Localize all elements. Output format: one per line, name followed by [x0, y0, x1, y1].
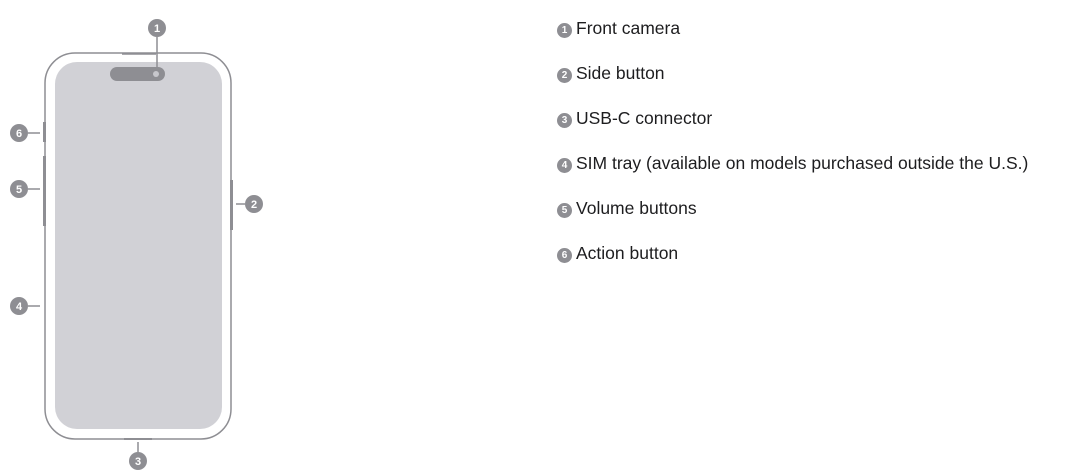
- legend-badge: 6: [557, 248, 572, 263]
- phone-diagram: 1 2 3 4 5 6: [10, 19, 263, 470]
- legend-label: Front camera: [576, 18, 681, 38]
- callout-number-4: 4: [16, 301, 23, 313]
- callout-number-3: 3: [135, 456, 141, 468]
- callout-legend: 1 Front camera 2 Side button 3 USB-C connec…: [557, 16, 1077, 286]
- legend-badge: 3: [557, 113, 572, 128]
- front-camera-lens: [153, 71, 159, 77]
- legend-item-volume-buttons: 5 Volume buttons: [557, 196, 1077, 221]
- legend-label: Action button: [576, 243, 679, 263]
- legend-label: Side button: [576, 63, 665, 83]
- callout-number-6: 6: [16, 128, 22, 140]
- legend-item-usb-c-connector: 3 USB-C connector: [557, 106, 1077, 131]
- legend-badge: 1: [557, 23, 572, 38]
- legend-badge: 2: [557, 68, 572, 83]
- legend-badge: 4: [557, 158, 572, 173]
- action-button-shape: [43, 122, 46, 142]
- legend-item-sim-tray: 4 SIM tray (available on models purchased…: [557, 151, 1077, 176]
- volume-buttons-shape: [43, 156, 46, 226]
- legend-item-front-camera: 1 Front camera: [557, 16, 1077, 41]
- callout-number-1: 1: [154, 23, 160, 35]
- legend-label: Volume buttons: [576, 198, 697, 218]
- callout-number-2: 2: [251, 199, 257, 211]
- callout-number-5: 5: [16, 184, 22, 196]
- legend-badge: 5: [557, 203, 572, 218]
- legend-item-side-button: 2 Side button: [557, 61, 1077, 86]
- legend-label: USB-C connector: [576, 108, 713, 128]
- phone-screen: [55, 62, 222, 429]
- legend-item-action-button: 6 Action button: [557, 241, 1077, 266]
- legend-label: SIM tray (available on models purchased …: [576, 153, 1029, 173]
- side-button-shape: [230, 180, 233, 230]
